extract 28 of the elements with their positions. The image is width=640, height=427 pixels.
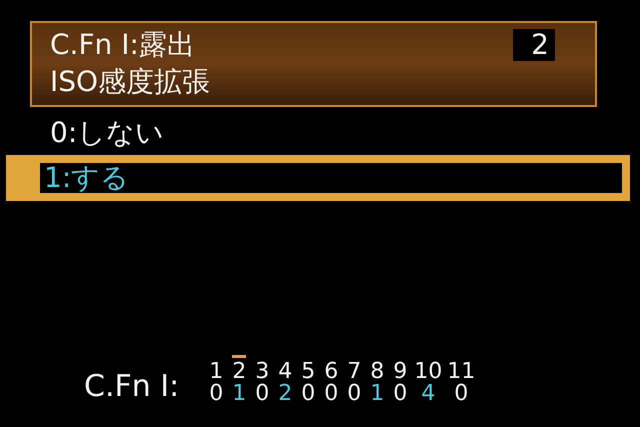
function-number: 11: [447, 358, 476, 383]
function-number: 8: [370, 358, 384, 383]
footer-label: C.Fn Ⅰ:: [84, 369, 180, 405]
function-value: 0: [347, 383, 362, 405]
function-number: 6: [324, 358, 338, 383]
function-number: 5: [301, 358, 316, 383]
function-value: 0: [393, 383, 408, 405]
function-value: 0: [301, 383, 316, 405]
setting-name: ISO感度拡張: [50, 64, 212, 100]
function-value: 0: [454, 383, 468, 405]
function-value: 0: [255, 383, 270, 405]
page-number: 2: [513, 29, 555, 61]
function-value: 1: [232, 383, 246, 405]
function-value: 1: [370, 383, 384, 405]
function-number: 2: [232, 355, 246, 383]
function-number: 4: [278, 358, 292, 383]
option-item[interactable]: 1:する: [6, 155, 630, 201]
function-number: 3: [255, 358, 270, 383]
function-number: 9: [393, 358, 408, 383]
function-number: 10: [414, 358, 442, 383]
function-value: 0: [324, 383, 338, 405]
function-value: 0: [209, 383, 224, 405]
option-item[interactable]: 0:しない: [0, 111, 640, 155]
function-number: 7: [347, 358, 362, 383]
function-value: 2: [278, 383, 292, 405]
function-number: 1: [209, 358, 224, 383]
function-value: 4: [421, 383, 436, 405]
menu-title: C.Fn Ⅰ:露出: [50, 27, 195, 63]
